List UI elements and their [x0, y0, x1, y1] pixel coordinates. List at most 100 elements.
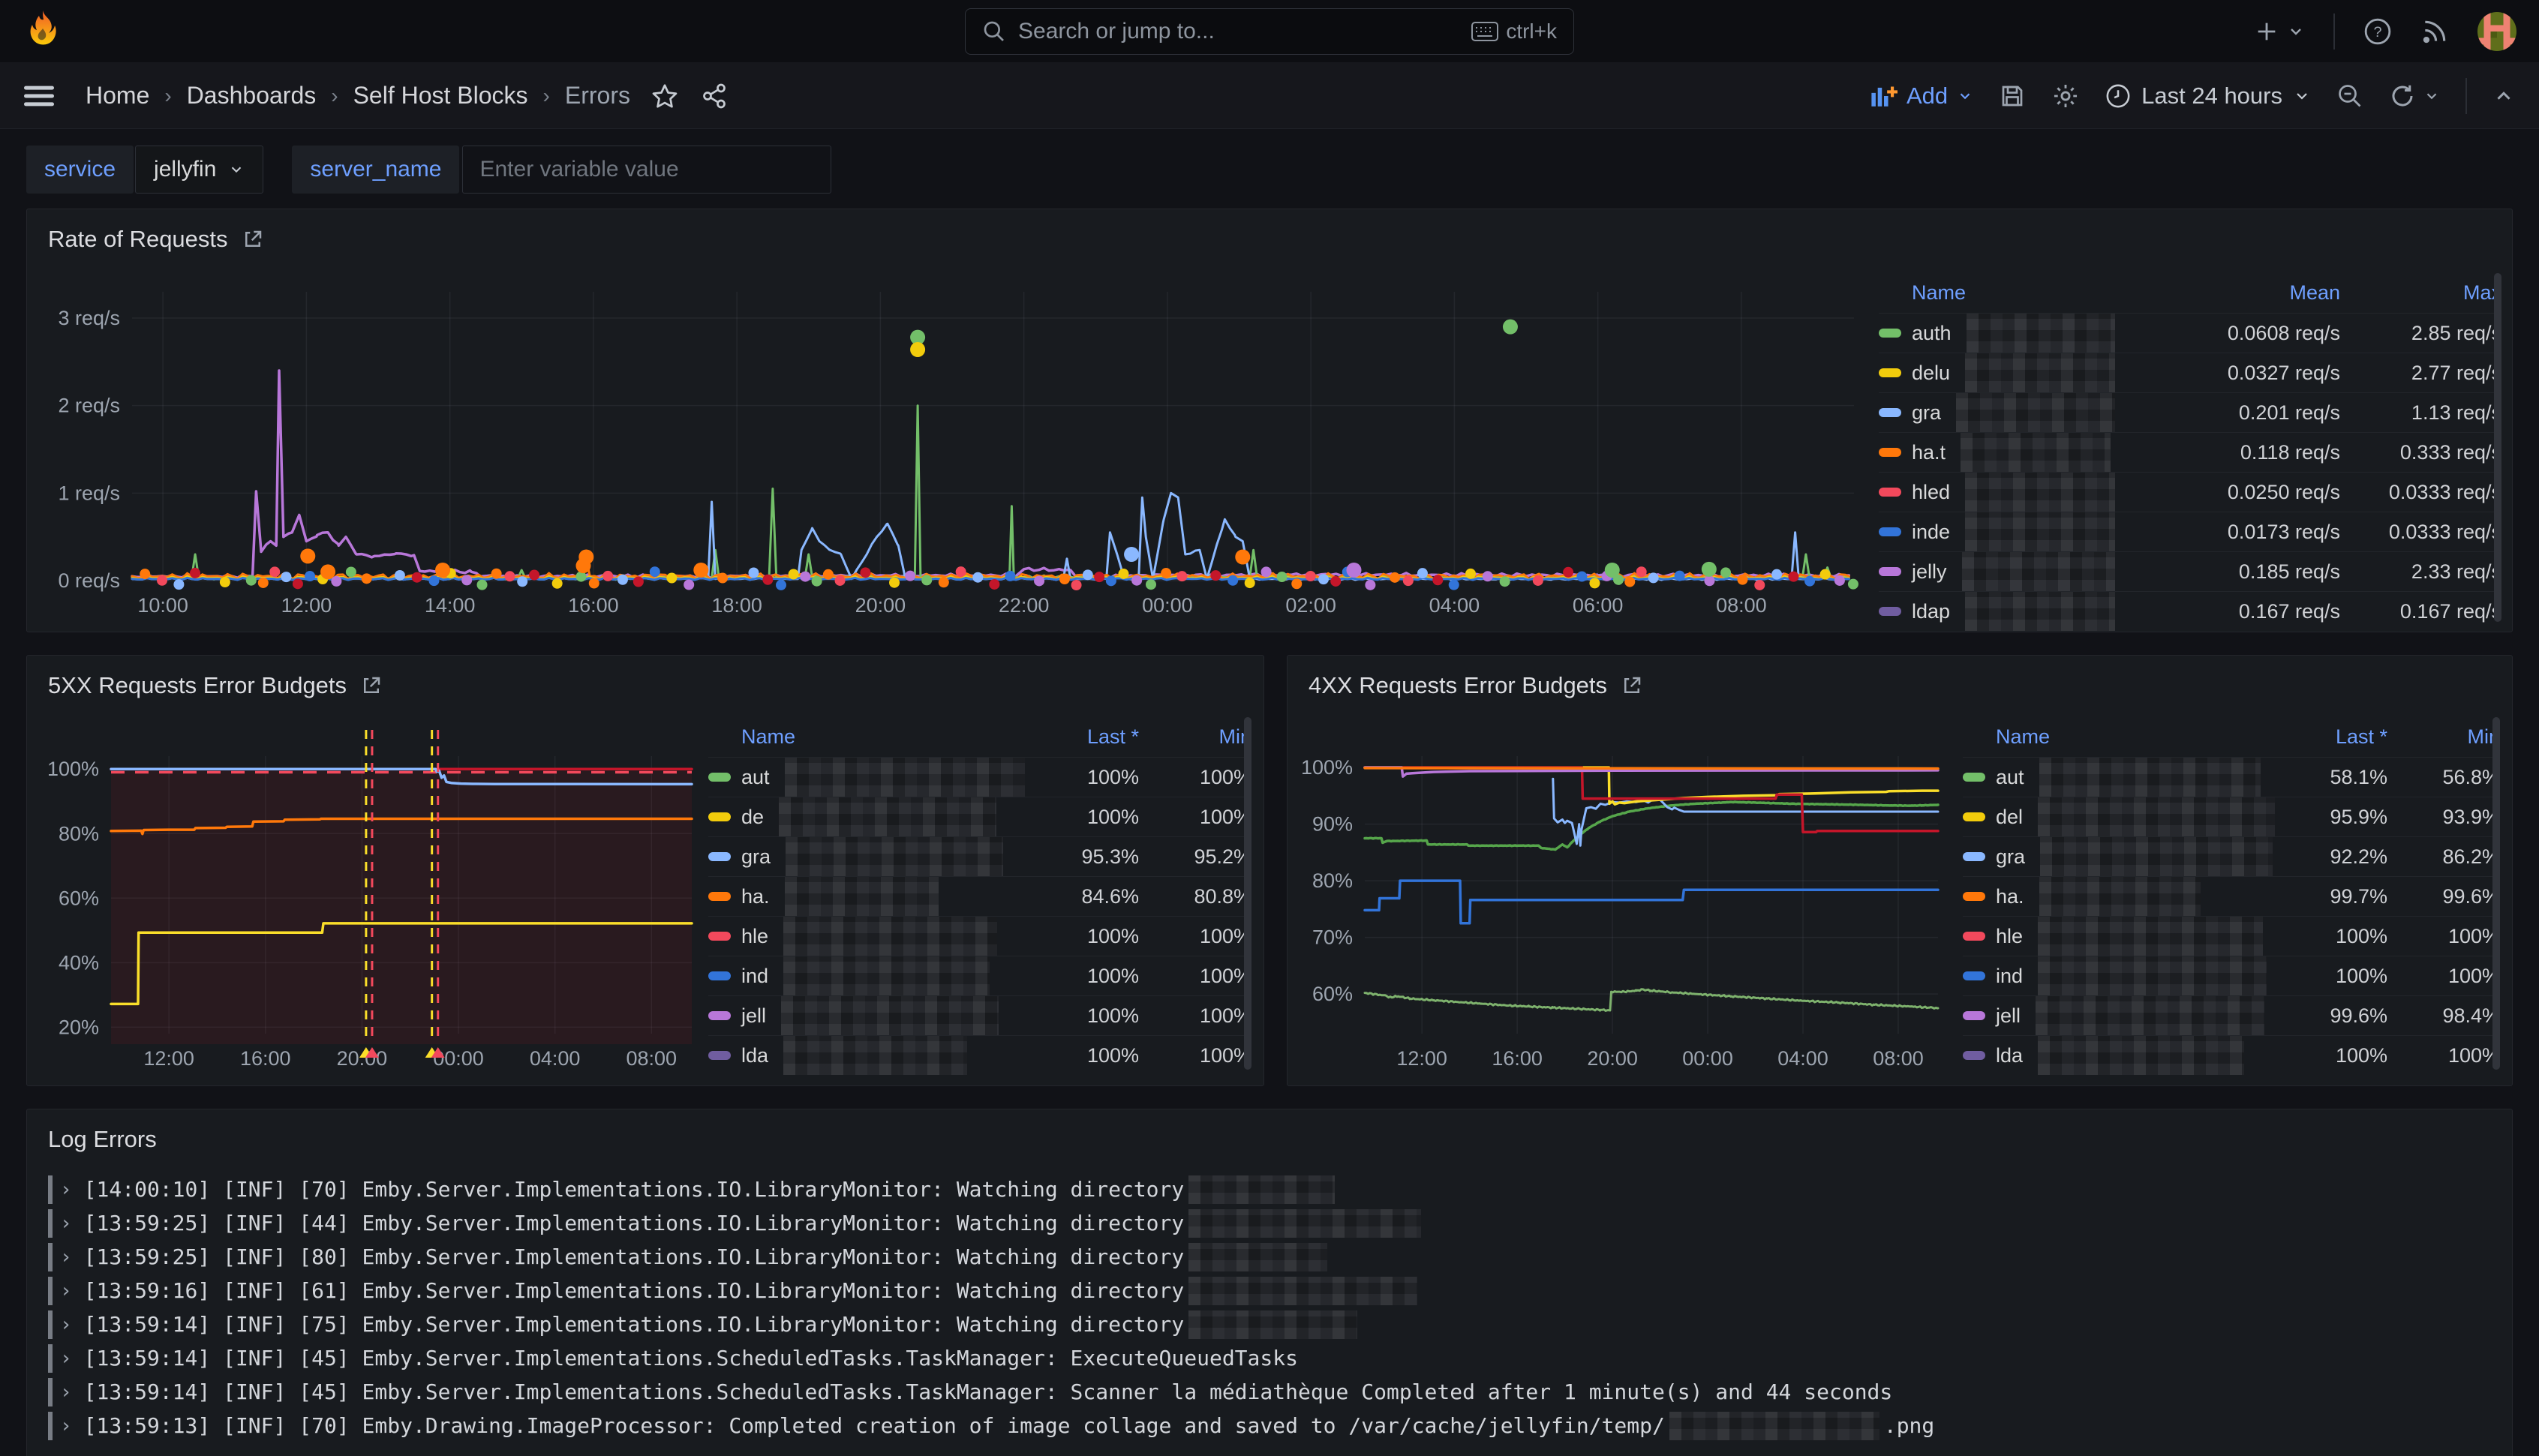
- series-name[interactable]: ind: [741, 965, 768, 988]
- series-name[interactable]: inde: [1912, 521, 1950, 544]
- breadcrumb-item-home[interactable]: Home: [86, 82, 149, 110]
- expand-row-icon[interactable]: ›: [60, 1313, 72, 1336]
- grafana-logo[interactable]: [23, 9, 63, 54]
- breadcrumb-item-dashboards[interactable]: Dashboards: [187, 82, 317, 110]
- series-name[interactable]: ha.: [741, 885, 770, 908]
- legend-col-1[interactable]: Last *: [1026, 725, 1139, 749]
- legend-row[interactable]: hled 0.0250 req/s 0.0333 req/s: [1879, 472, 2501, 512]
- series-name[interactable]: aut: [1996, 766, 2024, 789]
- legend-row[interactable]: gra 0.201 req/s 1.13 req/s: [1879, 392, 2501, 432]
- series-name[interactable]: jelly: [1912, 560, 1947, 584]
- add-panel-button[interactable]: Add: [1870, 83, 1973, 110]
- log-row[interactable]: › [13:59:14] [INF] [45] Emby.Server.Impl…: [48, 1341, 2491, 1375]
- save-dashboard-button[interactable]: [1999, 83, 2026, 110]
- log-row[interactable]: › [14:00:10] [INF] [70] Emby.Server.Impl…: [48, 1172, 2491, 1206]
- series-name[interactable]: gra: [1912, 401, 1941, 425]
- legend-col-1[interactable]: Last *: [2275, 725, 2387, 749]
- legend-row[interactable]: ha. 99.7% 99.6%: [1963, 876, 2500, 916]
- series-name[interactable]: ha.t: [1912, 441, 1946, 464]
- variable-service-select[interactable]: jellyfin: [135, 146, 263, 194]
- legend-row[interactable]: hle 100% 100%: [708, 916, 1251, 956]
- variable-servername-input[interactable]: [462, 146, 831, 194]
- expand-row-icon[interactable]: ›: [60, 1246, 72, 1268]
- legend-row[interactable]: auth 0.0608 req/s 2.85 req/s: [1879, 313, 2501, 353]
- legend-row[interactable]: inde 0.0173 req/s 0.0333 req/s: [1879, 512, 2501, 551]
- legend-row[interactable]: aut 58.1% 56.8%: [1963, 757, 2500, 797]
- log-row[interactable]: › [13:59:25] [INF] [80] Emby.Server.Impl…: [48, 1240, 2491, 1274]
- rate-chart[interactable]: 0 req/s1 req/s2 req/s3 req/s10:0012:0014…: [35, 262, 1888, 626]
- legend-row[interactable]: ind 100% 100%: [708, 956, 1251, 995]
- settings-button[interactable]: [2051, 82, 2080, 110]
- series-name[interactable]: auth: [1912, 322, 1952, 345]
- expand-row-icon[interactable]: ›: [60, 1415, 72, 1437]
- legend-row[interactable]: del 95.9% 93.9%: [1963, 797, 2500, 836]
- expand-row-icon[interactable]: ›: [60, 1381, 72, 1403]
- expand-row-icon[interactable]: ›: [60, 1212, 72, 1235]
- refresh-button[interactable]: [2389, 83, 2440, 110]
- legend-scrollbar[interactable]: [2492, 717, 2500, 1070]
- favorite-button[interactable]: [651, 83, 678, 110]
- series-name[interactable]: ha.: [1996, 885, 2024, 908]
- log-row[interactable]: › [13:59:25] [INF] [44] Emby.Server.Impl…: [48, 1206, 2491, 1240]
- legend-row[interactable]: ha.t 0.118 req/s 0.333 req/s: [1879, 432, 2501, 472]
- legend-scrollbar[interactable]: [1244, 717, 1251, 1070]
- legend-row[interactable]: ind 100% 100%: [1963, 956, 2500, 995]
- legend-row[interactable]: jell 99.6% 98.4%: [1963, 995, 2500, 1035]
- series-name[interactable]: del: [1996, 806, 2023, 829]
- series-name[interactable]: hled: [1912, 481, 1950, 504]
- series-name[interactable]: gra: [1996, 845, 2025, 869]
- series-name[interactable]: ldap: [1912, 600, 1950, 623]
- legend-row[interactable]: lda 100% 100%: [1963, 1035, 2500, 1075]
- series-name[interactable]: delu: [1912, 362, 1950, 385]
- share-button[interactable]: [701, 83, 728, 110]
- series-name[interactable]: lda: [1996, 1044, 2023, 1067]
- external-link-icon[interactable]: [360, 674, 383, 697]
- legend-col-1[interactable]: Mean: [2115, 281, 2340, 305]
- legend-scrollbar[interactable]: [2494, 273, 2501, 622]
- legend-row[interactable]: jell 100% 100%: [708, 995, 1251, 1035]
- log-row[interactable]: › [13:59:14] [INF] [75] Emby.Server.Impl…: [48, 1307, 2491, 1341]
- series-name[interactable]: gra: [741, 845, 771, 869]
- series-name[interactable]: ind: [1996, 965, 2023, 988]
- series-name[interactable]: jell: [741, 1004, 766, 1028]
- legend-col-name[interactable]: Name: [1996, 725, 2050, 749]
- zoom-out-button[interactable]: [2336, 83, 2363, 110]
- legend-row[interactable]: aut 100% 100%: [708, 757, 1251, 797]
- series-name[interactable]: jell: [1996, 1004, 2021, 1028]
- expand-row-icon[interactable]: ›: [60, 1178, 72, 1201]
- legend-row[interactable]: gra 92.2% 86.2%: [1963, 836, 2500, 876]
- 5xx-chart[interactable]: 20%40%60%80%100%12:0016:0020:0000:0004:0…: [32, 704, 714, 1082]
- help-button[interactable]: ?: [2363, 17, 2392, 46]
- legend-col-2[interactable]: Max: [2340, 281, 2501, 305]
- external-link-icon[interactable]: [242, 228, 264, 251]
- legend-row[interactable]: delu 0.0327 req/s 2.77 req/s: [1879, 353, 2501, 392]
- time-range-picker[interactable]: Last 24 hours: [2105, 83, 2311, 110]
- legend-col-name[interactable]: Name: [741, 725, 795, 749]
- series-name[interactable]: de: [741, 806, 764, 829]
- series-name[interactable]: lda: [741, 1044, 768, 1067]
- legend-row[interactable]: ha. 84.6% 80.8%: [708, 876, 1251, 916]
- legend-row[interactable]: gra 95.3% 95.2%: [708, 836, 1251, 876]
- menu-button[interactable]: [24, 83, 54, 109]
- legend-col-name[interactable]: Name: [1912, 281, 1966, 305]
- new-button[interactable]: [2254, 19, 2305, 44]
- legend-row[interactable]: ldap 0.167 req/s 0.167 req/s: [1879, 591, 2501, 631]
- legend-col-2[interactable]: Min: [1139, 725, 1251, 749]
- expand-row-icon[interactable]: ›: [60, 1280, 72, 1302]
- series-name[interactable]: hle: [1996, 925, 2023, 948]
- external-link-icon[interactable]: [1621, 674, 1643, 697]
- news-button[interactable]: [2420, 17, 2449, 46]
- legend-row[interactable]: jelly 0.185 req/s 2.33 req/s: [1879, 551, 2501, 591]
- legend-row[interactable]: de 100% 100%: [708, 797, 1251, 836]
- legend-col-2[interactable]: Min: [2387, 725, 2500, 749]
- search-input[interactable]: Search or jump to... ctrl+k: [965, 8, 1574, 55]
- series-name[interactable]: aut: [741, 766, 770, 789]
- breadcrumb-item-self-host-blocks[interactable]: Self Host Blocks: [353, 82, 528, 110]
- series-name[interactable]: hle: [741, 925, 768, 948]
- collapse-bar-button[interactable]: [2492, 85, 2515, 107]
- 4xx-chart[interactable]: 60%70%80%90%100%12:0016:0020:0000:0004:0…: [1292, 704, 1960, 1082]
- log-row[interactable]: › [13:59:16] [INF] [61] Emby.Server.Impl…: [48, 1274, 2491, 1307]
- log-row[interactable]: › [13:59:14] [INF] [45] Emby.Server.Impl…: [48, 1375, 2491, 1409]
- expand-row-icon[interactable]: ›: [60, 1347, 72, 1370]
- user-avatar[interactable]: [2477, 12, 2516, 51]
